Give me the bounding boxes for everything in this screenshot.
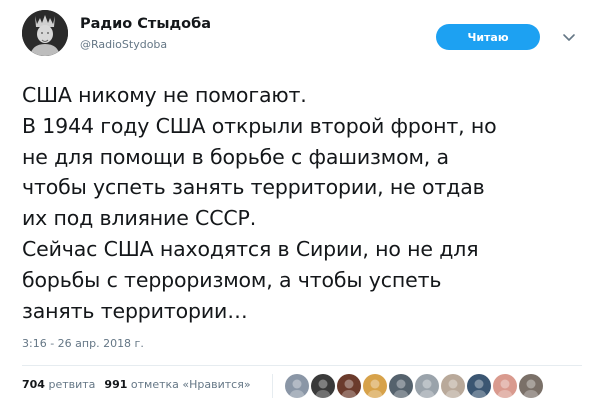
- tweet-line: борьбы с терроризмом, а чтобы успеть: [22, 267, 442, 292]
- liker-avatar-5[interactable]: [388, 373, 414, 399]
- liker-avatar-9[interactable]: [492, 373, 518, 399]
- liker-avatar-3[interactable]: [336, 373, 362, 399]
- tweet-line: Сейчас США находятся в Сирии, но не для: [22, 236, 479, 261]
- liker-avatar-1[interactable]: [284, 373, 310, 399]
- retweets-label: ретвита: [48, 378, 96, 391]
- tweet-line: занять территории…: [22, 298, 248, 323]
- tweet-line: В 1944 году США открыли второй фронт, но: [22, 113, 497, 138]
- tweet-line: США никому не помогают.: [22, 83, 307, 107]
- tweet-line: не для помощи в борьбе с фашизмом, а: [22, 144, 449, 169]
- author-handle[interactable]: @RadioStydoba: [80, 38, 167, 51]
- tweet-timestamp[interactable]: 3:16 - 26 апр. 2018 г.: [22, 337, 144, 350]
- author-name[interactable]: Радио Стыдоба: [80, 16, 211, 32]
- liker-avatar-10[interactable]: [518, 373, 544, 399]
- likes-stat[interactable]: 991 отметка «Нравится»: [104, 378, 250, 391]
- author-avatar[interactable]: [22, 10, 68, 56]
- liker-avatar-8[interactable]: [466, 373, 492, 399]
- retweets-stat[interactable]: 704 ретвита: [22, 378, 95, 391]
- liker-avatar-2[interactable]: [310, 373, 336, 399]
- liker-avatar-6[interactable]: [414, 373, 440, 399]
- tweet-line: их под влияние СССР.: [22, 206, 257, 231]
- statue-avatar-icon: [22, 10, 68, 56]
- divider: [22, 365, 582, 366]
- likes-count: 991: [104, 378, 128, 391]
- tweet-text: США никому не помогают. В 1944 году США …: [22, 80, 592, 326]
- liker-avatar-7[interactable]: [440, 373, 466, 399]
- tweet-line: чтобы успеть занять территории, не отдав: [22, 175, 485, 200]
- stats-separator: [272, 374, 273, 398]
- likes-label: отметка «Нравится»: [130, 378, 251, 391]
- tweet-stats: 704 ретвита 991 отметка «Нравится»: [22, 378, 251, 391]
- follow-button[interactable]: Читаю: [436, 24, 540, 50]
- tweet-header: Радио Стыдоба @RadioStydoba Читаю: [22, 10, 582, 60]
- chevron-down-icon[interactable]: [560, 28, 578, 46]
- liker-avatar-4[interactable]: [362, 373, 388, 399]
- retweets-count: 704: [22, 378, 45, 391]
